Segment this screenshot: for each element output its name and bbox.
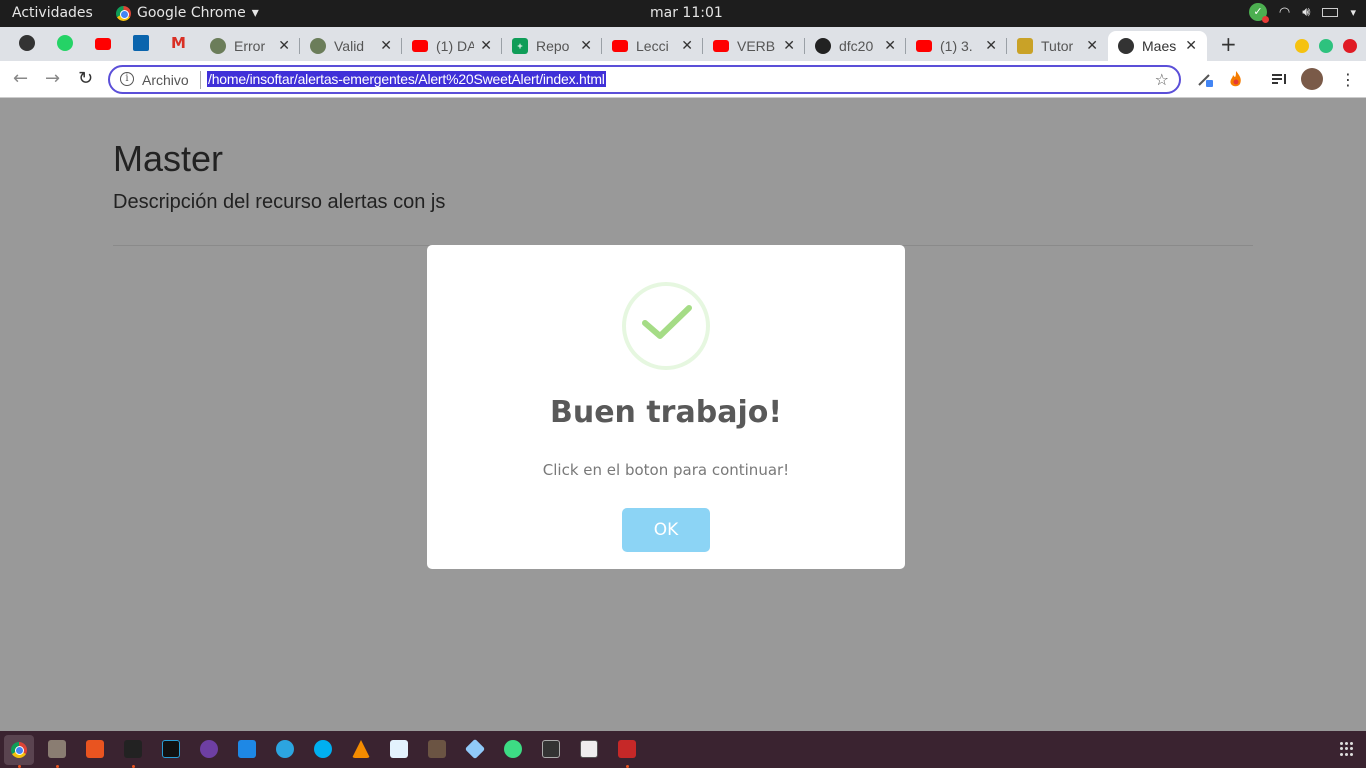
tab-tutorial[interactable]: Tutor ✕ bbox=[1007, 31, 1108, 61]
youtube-icon bbox=[412, 40, 428, 52]
close-tab-icon[interactable]: ✕ bbox=[1086, 37, 1098, 54]
close-tab-icon[interactable]: ✕ bbox=[580, 37, 592, 54]
wifi-icon[interactable]: ◠ bbox=[1279, 5, 1290, 20]
close-tab-icon[interactable]: ✕ bbox=[278, 37, 290, 54]
maximize-button[interactable] bbox=[1319, 39, 1333, 53]
tab-leccion[interactable]: Lecci ✕ bbox=[602, 31, 703, 61]
tab-verb[interactable]: VERB ✕ bbox=[703, 31, 805, 61]
tab-youtube-da[interactable]: (1) DA ✕ bbox=[402, 31, 502, 61]
dock-piano-icon[interactable] bbox=[580, 740, 598, 758]
youtube-icon bbox=[713, 40, 729, 52]
extension-fire-icon[interactable] bbox=[1227, 70, 1245, 88]
browser-toolbar: ← → ↻ i Archivo /home/insoftar/alertas-e… bbox=[0, 61, 1366, 98]
chrome-icon bbox=[116, 5, 131, 21]
pinned-tab-whatsapp-icon[interactable] bbox=[57, 35, 73, 51]
chevron-down-icon[interactable]: ▾ bbox=[1350, 6, 1356, 19]
tab-error[interactable]: Error ✕ bbox=[200, 31, 300, 61]
dock-files-icon[interactable] bbox=[48, 740, 66, 758]
close-tab-icon[interactable]: ✕ bbox=[480, 37, 492, 54]
ok-button[interactable]: OK bbox=[622, 508, 710, 552]
address-bar[interactable]: i Archivo /home/insoftar/alertas-emergen… bbox=[108, 65, 1181, 94]
dock-gimp-icon[interactable] bbox=[428, 740, 446, 758]
volume-icon[interactable]: 🔊︎ bbox=[1302, 5, 1310, 20]
pinned-tab-outlook-icon[interactable] bbox=[133, 35, 149, 51]
chevron-down-icon: ▾ bbox=[251, 5, 259, 21]
close-tab-icon[interactable]: ✕ bbox=[985, 37, 997, 54]
dock-android-studio-icon[interactable] bbox=[504, 740, 522, 758]
dock-terminal-icon[interactable] bbox=[124, 740, 142, 758]
back-button[interactable]: ← bbox=[13, 68, 28, 89]
youtube-icon bbox=[612, 40, 628, 52]
tab-valid[interactable]: Valid ✕ bbox=[300, 31, 402, 61]
battery-icon[interactable] bbox=[1322, 7, 1339, 17]
youtube-icon bbox=[916, 40, 932, 52]
dock-red-app-icon[interactable] bbox=[618, 740, 636, 758]
close-tab-icon[interactable]: ✕ bbox=[681, 37, 693, 54]
globe-icon bbox=[1118, 38, 1134, 54]
info-icon[interactable]: i bbox=[120, 72, 134, 86]
modal-title: Buen trabajo! bbox=[549, 395, 783, 430]
page-description: Descripción del recurso alertas con js bbox=[113, 191, 446, 213]
forward-button[interactable]: → bbox=[45, 68, 60, 89]
tab-strip: M Error ✕ Valid ✕ (1) DA ✕ + Repo ✕ Lecc… bbox=[0, 27, 1366, 61]
clock[interactable]: mar 11:01 bbox=[650, 5, 723, 21]
dock-monitor-icon[interactable] bbox=[542, 740, 560, 758]
activities-button[interactable]: Actividades bbox=[12, 5, 93, 21]
profile-avatar[interactable] bbox=[1301, 68, 1323, 90]
reload-button[interactable]: ↻ bbox=[78, 68, 93, 89]
github-icon bbox=[815, 38, 831, 54]
app-menu-label: Google Chrome bbox=[137, 5, 246, 21]
close-tab-icon[interactable]: ✕ bbox=[783, 37, 795, 54]
bookmark-star-icon[interactable]: ☆ bbox=[1155, 70, 1169, 89]
menu-kebab-icon[interactable]: ⋮ bbox=[1340, 70, 1358, 89]
gnome-top-bar: Actividades Google Chrome ▾ mar 11:01 ✓ … bbox=[0, 0, 1366, 27]
sheets-icon: + bbox=[512, 38, 528, 54]
dock-document-icon[interactable] bbox=[390, 740, 408, 758]
close-tab-icon[interactable]: ✕ bbox=[884, 37, 896, 54]
page-title: Master bbox=[113, 138, 224, 179]
system-tray[interactable]: ✓ ◠ 🔊︎ ▾ bbox=[1248, 3, 1356, 23]
new-tab-button[interactable]: + bbox=[1220, 32, 1237, 56]
close-tab-icon[interactable]: ✕ bbox=[380, 37, 392, 54]
pinned-tab-globe-icon[interactable] bbox=[19, 35, 35, 51]
url-text[interactable]: /home/insoftar/alertas-emergentes/Alert%… bbox=[207, 71, 606, 87]
checkmark-icon bbox=[642, 305, 692, 339]
settings-icon bbox=[310, 38, 326, 54]
scheme-chip[interactable]: Archivo bbox=[142, 72, 189, 88]
extension-eyedropper-icon[interactable] bbox=[1196, 70, 1214, 88]
tutorial-icon bbox=[1017, 38, 1033, 54]
update-notifier-icon[interactable]: ✓ bbox=[1248, 3, 1269, 23]
chrome-icon bbox=[11, 742, 27, 758]
pinned-tab-gmail-icon[interactable]: M bbox=[171, 35, 187, 51]
close-tab-icon[interactable]: ✕ bbox=[1185, 37, 1197, 54]
dock-skype-icon[interactable] bbox=[314, 740, 332, 758]
tab-youtube-3[interactable]: (1) 3. ✕ bbox=[906, 31, 1007, 61]
dock-webstorm-icon[interactable] bbox=[162, 740, 180, 758]
media-control-icon[interactable] bbox=[1270, 70, 1288, 88]
dock-software-icon[interactable] bbox=[86, 740, 104, 758]
app-menu[interactable]: Google Chrome ▾ bbox=[116, 5, 259, 21]
dock-telegram-icon[interactable] bbox=[276, 740, 294, 758]
dock-vscode-icon[interactable] bbox=[238, 740, 256, 758]
close-window-button[interactable] bbox=[1343, 39, 1357, 53]
sweetalert-modal: Buen trabajo! Click en el boton para con… bbox=[427, 245, 905, 569]
dock-github-desktop-icon[interactable] bbox=[200, 740, 218, 758]
tab-master-active[interactable]: Maes ✕ bbox=[1108, 31, 1207, 61]
minimize-button[interactable] bbox=[1295, 39, 1309, 53]
pinned-tab-youtube-icon[interactable] bbox=[95, 38, 111, 50]
tab-github[interactable]: dfc20 ✕ bbox=[805, 31, 906, 61]
modal-text: Click en el boton para continuar! bbox=[542, 461, 790, 479]
tab-repo[interactable]: + Repo ✕ bbox=[502, 31, 602, 61]
settings-icon bbox=[210, 38, 226, 54]
show-applications-icon[interactable] bbox=[1340, 742, 1354, 756]
